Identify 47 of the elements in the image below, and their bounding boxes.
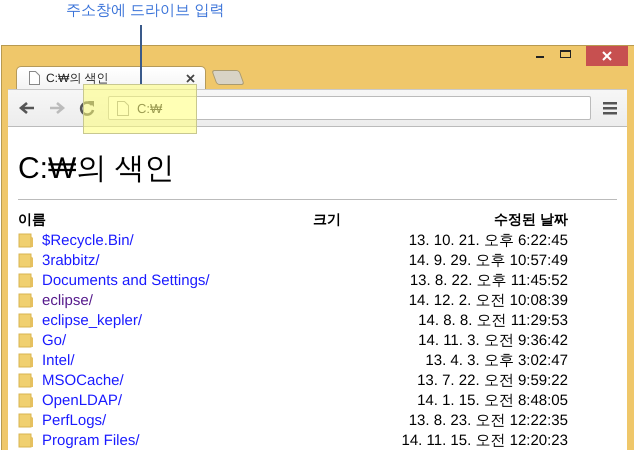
modified-date: 14. 1. 15. 오전 8:48:05 xyxy=(417,390,568,410)
folder-icon xyxy=(18,352,34,368)
folder-link[interactable]: MSOCache/ xyxy=(42,372,124,388)
page-icon xyxy=(29,71,40,85)
annotation-text: 주소창에 드라이브 입력 xyxy=(66,2,224,20)
modified-date: 14. 11. 15. 오전 12:20:23 xyxy=(401,430,568,450)
folder-link[interactable]: $Recycle.Bin/ xyxy=(42,232,134,248)
modified-date: 14. 11. 3. 오전 9:36:42 xyxy=(418,330,568,350)
folder-icon xyxy=(18,432,34,448)
folder-link[interactable]: eclipse_kepler/ xyxy=(42,312,142,328)
folder-link[interactable]: OpenLDAP/ xyxy=(42,392,122,408)
menu-icon[interactable] xyxy=(603,101,619,115)
folder-icon xyxy=(18,332,34,348)
modified-date: 14. 12. 2. 오전 10:08:39 xyxy=(408,290,568,310)
modified-date: 13. 8. 22. 오후 11:45:52 xyxy=(410,270,568,290)
modified-date: 13. 10. 21. 오후 6:22:45 xyxy=(408,230,568,250)
browser-tab[interactable]: C:₩의 색인 xyxy=(16,66,206,89)
modified-date: 13. 4. 3. 오후 3:02:47 xyxy=(425,350,568,370)
folder-link[interactable]: Program Files/ xyxy=(42,432,140,448)
name-column-header[interactable]: 이름 xyxy=(18,211,46,229)
reload-icon[interactable] xyxy=(78,99,96,117)
folder-link[interactable]: Intel/ xyxy=(42,352,75,368)
folder-icon xyxy=(18,232,34,248)
folder-link[interactable]: Documents and Settings/ xyxy=(42,272,210,288)
folder-icon xyxy=(18,372,34,388)
date-column-header[interactable]: 수정된 날짜 xyxy=(494,211,568,229)
folder-link[interactable]: 3rabbitz/ xyxy=(42,252,100,268)
folder-icon xyxy=(18,292,34,308)
folder-link[interactable]: eclipse/ xyxy=(42,292,93,308)
folder-icon xyxy=(18,312,34,328)
folder-icon xyxy=(18,272,34,288)
size-column-header[interactable]: 크기 xyxy=(313,211,341,229)
page-icon xyxy=(117,100,129,116)
folder-icon xyxy=(18,412,34,428)
modified-date: 14. 8. 8. 오전 11:29:53 xyxy=(418,310,568,330)
page-heading: C:₩의 색인 xyxy=(18,151,176,187)
folder-link[interactable]: Go/ xyxy=(42,332,66,348)
close-icon[interactable] xyxy=(586,46,628,66)
folder-icon xyxy=(18,392,34,408)
modified-date: 13. 7. 22. 오전 9:59:22 xyxy=(417,370,568,390)
modified-date: 14. 9. 29. 오후 10:57:49 xyxy=(408,250,568,270)
folder-link[interactable]: PerfLogs/ xyxy=(42,412,106,428)
close-icon[interactable] xyxy=(186,74,195,82)
back-arrow-icon[interactable] xyxy=(18,100,36,116)
leader-line xyxy=(140,25,142,85)
folder-icon xyxy=(18,252,34,268)
modified-date: 13. 8. 23. 오전 12:22:35 xyxy=(408,410,568,430)
